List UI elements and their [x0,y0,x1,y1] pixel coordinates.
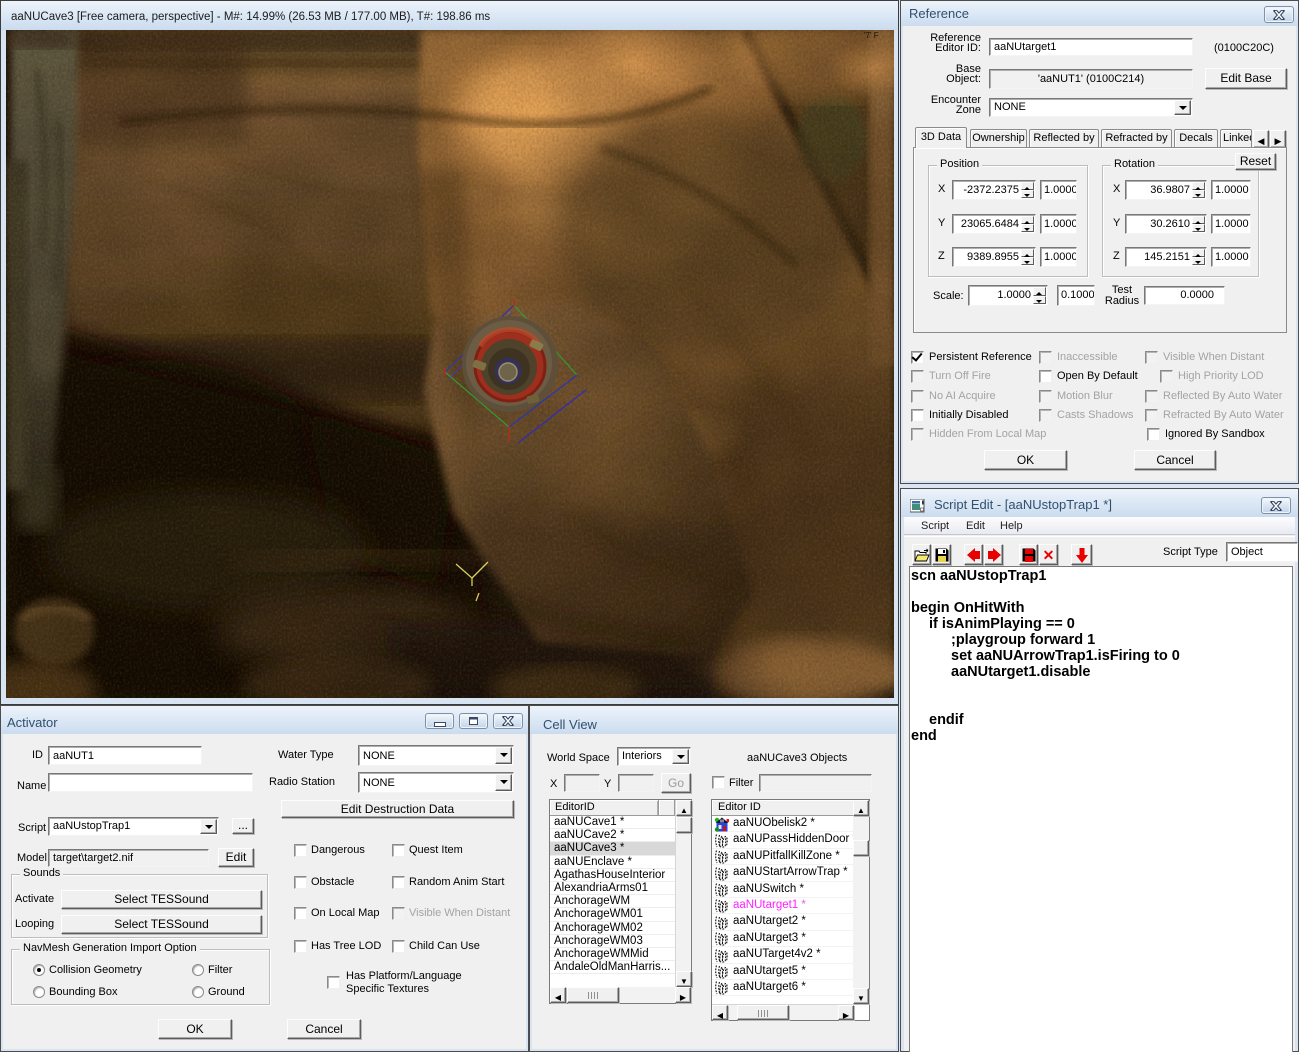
svg-text:'7' F: '7' F [864,31,879,40]
